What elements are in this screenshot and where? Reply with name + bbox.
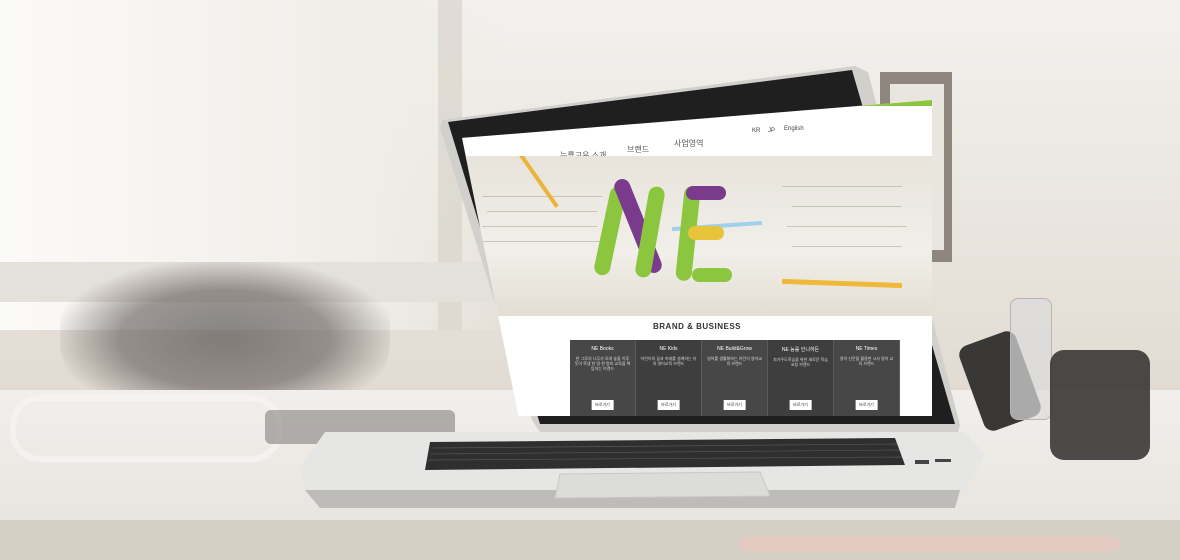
nav-item-business[interactable]: 사업영역	[674, 138, 703, 149]
card-desc: 영어를 생활화하는 어린이 영어교육 브랜드	[707, 356, 762, 366]
lang-kr[interactable]: KR	[752, 128, 760, 134]
section-title: BRAND & BUSINESS	[652, 322, 741, 331]
photo-scene: NE 능률교육 소개 브랜드 사업영역 KR JP English	[0, 0, 1180, 560]
usb-port	[915, 460, 929, 464]
hero-banner	[462, 156, 932, 316]
lang-jp[interactable]: JP	[768, 128, 775, 134]
brand-card-kids: NE Kids 어린이의 꿈과 미래를 설계하는 유아 영어교육 브랜드 바로가…	[636, 340, 702, 416]
card-link-button[interactable]: 바로가기	[723, 400, 746, 410]
card-title: NE Kids	[659, 346, 678, 352]
card-title: NE 능률 인니하든	[781, 347, 820, 353]
brand-cards: NE Books 한 그루의 나무가 모여 숲을 이루듯이 학생 한 명 한 명…	[570, 340, 900, 416]
brand-card-times: NE Times 영어 신문을 활용한 시사 영어 교육 브랜드 바로가기	[834, 340, 900, 416]
card-link-button[interactable]: 바로가기	[789, 400, 812, 410]
card-title: NE Times	[855, 346, 878, 352]
laptop-screen: NE 능률교육 소개 브랜드 사업영역 KR JP English	[462, 100, 932, 416]
card-link-button[interactable]: 바로가기	[657, 400, 680, 410]
brand-card-build-grow: NE Build&Grow 영어를 생활화하는 어린이 영어교육 브랜드 바로가…	[702, 340, 768, 416]
trackpad[interactable]	[554, 471, 771, 499]
ne-logo-mark	[594, 179, 732, 282]
card-title: NE Books	[591, 346, 614, 352]
card-link-button[interactable]: 바로가기	[591, 400, 614, 410]
card-desc: 한 그루의 나무가 모여 숲을 이루듯이 학생 한 명 한 명의 교육을 책임지…	[574, 356, 631, 371]
brand-card-neungyule: NE 능률 인니하든 자기주도학습을 위한 새로운 학습 코칭 브랜드 바로가기	[768, 340, 834, 416]
card-desc: 자기주도학습을 위한 새로운 학습 코칭 브랜드	[773, 357, 828, 367]
brand-card-books: NE Books 한 그루의 나무가 모여 숲을 이루듯이 학생 한 명 한 명…	[570, 340, 636, 416]
card-title: NE Build&Grow	[717, 346, 752, 352]
card-desc: 어린이의 꿈과 미래를 설계하는 유아 영어교육 브랜드	[640, 356, 697, 366]
hero-graphic	[515, 156, 903, 289]
pencil-left	[515, 156, 559, 208]
card-link-button[interactable]: 바로가기	[855, 400, 878, 410]
pencil-yellow	[781, 278, 903, 289]
sd-slot	[935, 459, 951, 462]
keyboard	[425, 438, 905, 470]
card-desc: 영어 신문을 활용한 시사 영어 교육 브랜드	[839, 356, 894, 366]
nav-item-brand[interactable]: 브랜드	[627, 144, 649, 155]
lang-english[interactable]: English	[784, 126, 804, 132]
